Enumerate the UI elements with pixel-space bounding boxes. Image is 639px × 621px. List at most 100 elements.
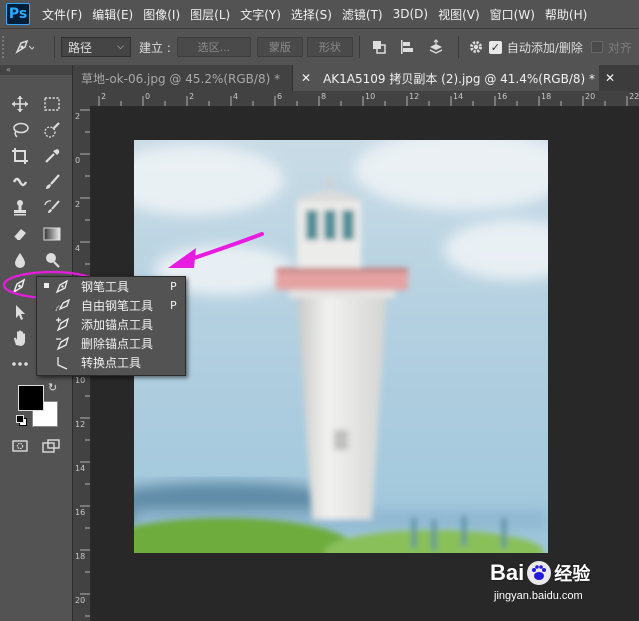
menu-select[interactable]: 选择(S) bbox=[291, 6, 332, 23]
eraser-tool-icon[interactable] bbox=[8, 223, 32, 245]
more-tools-icon[interactable] bbox=[8, 353, 32, 375]
menu-window[interactable]: 窗口(W) bbox=[490, 6, 535, 23]
menu-filter[interactable]: 滤镜(T) bbox=[342, 6, 383, 23]
ruler-tick-label: 14 bbox=[75, 464, 86, 473]
align-edges-label: 对齐 bbox=[607, 40, 632, 55]
ruler-tick-label: 0 bbox=[145, 92, 151, 101]
menu-help[interactable]: 帮助(H) bbox=[545, 6, 587, 23]
make-mask-button[interactable]: 蒙版 bbox=[256, 37, 303, 57]
pen-tools-flyout-menu: 钢笔工具 P 自由钢笔工具 P 添加锚点工具 删除锚点工具 转换点工具 bbox=[36, 276, 186, 376]
path-operations-icon[interactable] bbox=[366, 39, 392, 55]
ruler-tick-label: 12 bbox=[409, 92, 420, 101]
selected-indicator-icon bbox=[44, 283, 49, 288]
ruler-origin[interactable] bbox=[73, 91, 91, 107]
menu-view[interactable]: 视图(V) bbox=[438, 6, 480, 23]
convert-point-icon bbox=[55, 355, 71, 370]
menu-image[interactable]: 图像(I) bbox=[143, 6, 180, 23]
annotation-arrow bbox=[168, 232, 264, 268]
lasso-tool-icon[interactable] bbox=[8, 119, 32, 141]
menu-3d[interactable]: 3D(D) bbox=[393, 7, 428, 21]
watermark-url: jingyan.baidu.com bbox=[494, 590, 583, 602]
ruler-tick-label: 18 bbox=[541, 92, 552, 101]
make-shape-button[interactable]: 形状 bbox=[306, 37, 353, 57]
flyout-item-add-anchor-tool[interactable]: 添加锚点工具 bbox=[37, 315, 185, 334]
gradient-tool-icon[interactable] bbox=[40, 223, 64, 245]
watermark-brand-suffix: 经验 bbox=[554, 564, 591, 585]
pen-icon bbox=[55, 279, 71, 294]
tab-grass-document[interactable]: 草地-ok-06.jpg @ 45.2%(RGB/8) * bbox=[73, 65, 293, 91]
path-arrangement-icon[interactable] bbox=[422, 39, 452, 55]
watermark-brand: Bai bbox=[490, 560, 525, 585]
ruler-tick-label: 12 bbox=[75, 420, 86, 429]
flyout-item-label: 转换点工具 bbox=[81, 356, 142, 370]
clone-stamp-tool-icon[interactable] bbox=[8, 197, 32, 219]
marquee-tool-icon[interactable] bbox=[40, 93, 64, 115]
flyout-item-label: 添加锚点工具 bbox=[81, 318, 154, 332]
tab-label: AK1A5109 拷贝副本 (2).jpg @ 41.4%(RGB/8) * bbox=[323, 71, 596, 86]
menu-edit[interactable]: 编辑(E) bbox=[92, 6, 133, 23]
ruler-tick-label: 16 bbox=[497, 92, 508, 101]
flyout-item-freeform-pen-tool[interactable]: 自由钢笔工具 P bbox=[37, 296, 185, 315]
ruler-tick-label: 6 bbox=[277, 92, 283, 101]
ruler-tick-label: 20 bbox=[75, 596, 86, 605]
menu-layer[interactable]: 图层(L) bbox=[190, 6, 230, 23]
make-selection-button[interactable]: 选区... bbox=[176, 37, 251, 57]
flyout-item-convert-point-tool[interactable]: 转换点工具 bbox=[37, 353, 185, 372]
flyout-item-pen-tool[interactable]: 钢笔工具 P bbox=[37, 277, 185, 296]
ruler-tick-label: 4 bbox=[233, 92, 239, 101]
close-icon[interactable]: ✕ bbox=[605, 71, 615, 85]
healing-brush-tool-icon[interactable] bbox=[8, 171, 32, 193]
flyout-item-label: 钢笔工具 bbox=[81, 280, 130, 294]
auto-add-delete-label: 自动添加/删除 bbox=[506, 40, 583, 55]
hand-tool-icon[interactable] bbox=[8, 327, 32, 349]
crop-tool-icon[interactable] bbox=[8, 145, 32, 167]
horizontal-ruler[interactable]: 2 0 2 4 6 8 10 12 14 16 18 20 22 bbox=[91, 91, 639, 107]
separator bbox=[54, 36, 55, 58]
brush-tool-icon[interactable] bbox=[40, 171, 64, 193]
ruler-tick-label: 2 bbox=[75, 112, 81, 121]
history-brush-tool-icon[interactable] bbox=[40, 197, 64, 219]
flyout-item-shortcut: P bbox=[170, 280, 177, 293]
path-selection-tool-icon[interactable] bbox=[8, 301, 32, 323]
ruler-tick-label: 2 bbox=[75, 200, 81, 209]
mode-select-value: 路径 bbox=[68, 40, 93, 55]
ruler-tick-label: 4 bbox=[75, 244, 81, 253]
move-tool-icon[interactable] bbox=[8, 93, 32, 115]
foreground-color-swatch[interactable] bbox=[18, 385, 44, 411]
path-alignment-icon[interactable] bbox=[392, 39, 422, 55]
pen-tool-preset-icon[interactable] bbox=[12, 37, 48, 57]
document-image-lighthouse[interactable] bbox=[134, 140, 548, 553]
menu-file[interactable]: 文件(F) bbox=[42, 6, 82, 23]
menu-type[interactable]: 文字(Y) bbox=[240, 6, 281, 23]
grip-handle[interactable] bbox=[2, 36, 12, 58]
quick-mask-icon[interactable] bbox=[8, 435, 32, 457]
ruler-tick-label: 8 bbox=[321, 92, 327, 101]
tab-lighthouse-document[interactable]: ✕ AK1A5109 拷贝副本 (2).jpg @ 41.4%(RGB/8) *… bbox=[293, 65, 615, 91]
auto-add-delete-checkbox[interactable]: ✓ bbox=[488, 40, 502, 54]
ruler-tick-label: 10 bbox=[365, 92, 376, 101]
ruler-tick-label: 2 bbox=[101, 92, 107, 101]
flyout-item-delete-anchor-tool[interactable]: 删除锚点工具 bbox=[37, 334, 185, 353]
flyout-item-shortcut: P bbox=[170, 299, 177, 312]
mode-select[interactable]: 路径 ⌵ bbox=[61, 37, 131, 57]
baidu-jingyan-watermark: Bai 经验 jingyan.baidu.com bbox=[488, 560, 638, 615]
ruler-tick-label: 22 bbox=[629, 92, 639, 101]
flyout-item-label: 删除锚点工具 bbox=[81, 337, 154, 351]
options-bar: 路径 ⌵ 建立 : 选区... 蒙版 形状 ✓ 自动添加/删除 对齐 bbox=[0, 28, 639, 66]
align-edges-checkbox[interactable] bbox=[590, 41, 603, 53]
screen-mode-icon[interactable] bbox=[40, 435, 64, 457]
eyedropper-tool-icon[interactable] bbox=[40, 145, 64, 167]
ruler-tick-label: 20 bbox=[585, 92, 596, 101]
add-anchor-icon bbox=[55, 317, 71, 332]
ruler-tick-label: 10 bbox=[75, 376, 86, 385]
paw-logo-icon bbox=[526, 560, 552, 586]
close-icon[interactable]: ✕ bbox=[301, 71, 311, 85]
default-colors-icon[interactable] bbox=[16, 415, 27, 426]
switch-colors-icon[interactable]: ↻ bbox=[48, 381, 57, 394]
ruler-tick-label: 14 bbox=[453, 92, 464, 101]
flyout-item-label: 自由钢笔工具 bbox=[81, 299, 154, 313]
collapse-arrows-icon[interactable]: « bbox=[0, 65, 72, 75]
gear-icon[interactable] bbox=[465, 39, 487, 55]
quick-selection-tool-icon[interactable] bbox=[40, 119, 64, 141]
chevron-down-icon: ⌵ bbox=[117, 42, 124, 52]
